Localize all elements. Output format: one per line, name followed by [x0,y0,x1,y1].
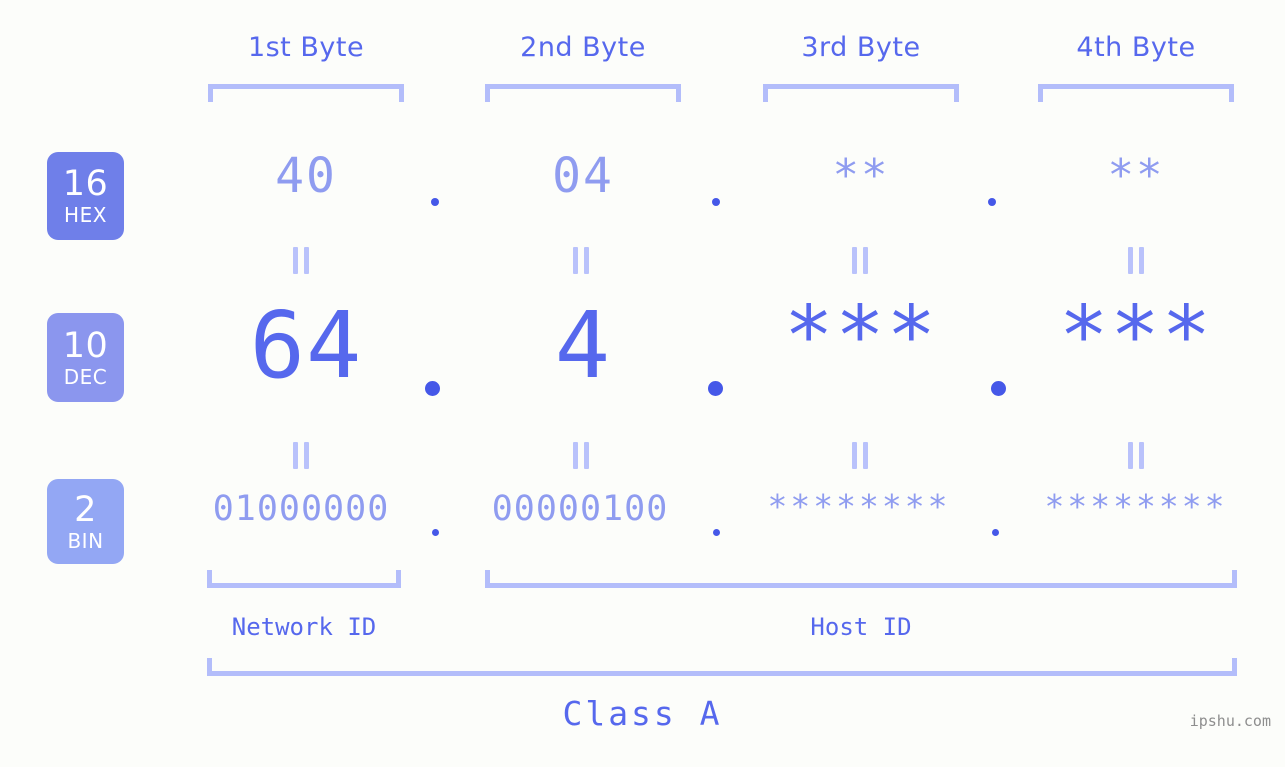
byte-header-1: 1st Byte [247,32,365,63]
dec-separator-dot-1 [425,381,440,396]
base-badge-hex: 16 HEX [47,152,124,240]
site-watermark: ipshu.com [1189,712,1271,730]
bin-separator-dot-1 [432,529,439,536]
byte-header-3: 3rd Byte [801,32,921,63]
network-id-label: Network ID [231,613,377,641]
byte-header-2: 2nd Byte [520,32,646,63]
dec-byte-3-value: *** [783,289,939,384]
dec-byte-1-value: 64 [249,292,363,399]
bin-byte-4-value: ******** [1044,487,1228,526]
bin-separator-dot-3 [992,529,999,536]
ip-byte-breakdown-diagram: 1st Byte 2nd Byte 3rd Byte 4th Byte 16 H… [0,0,1285,767]
bin-separator-dot-2 [713,529,720,536]
byte-bracket-top-4 [1038,84,1234,102]
bin-byte-3-value: ******** [767,487,951,526]
bin-byte-1-value: 01000000 [212,489,390,529]
dec-separator-dot-3 [991,381,1006,396]
class-bracket [207,658,1237,676]
base-badge-bin: 2 BIN [47,479,124,564]
base-badge-dec: 10 DEC [47,313,124,402]
equals-icon-hex-dec-3 [852,247,869,274]
hex-byte-1-value: 40 [275,148,337,204]
base-badge-dec-number: 10 [62,325,109,366]
equals-icon-hex-dec-1 [293,247,310,274]
network-id-bracket [207,570,401,588]
hex-separator-dot-2 [712,198,720,206]
byte-bracket-top-1 [208,84,404,102]
equals-icon-dec-bin-4 [1128,442,1145,469]
base-badge-dec-name: DEC [63,364,108,389]
base-badge-hex-number: 16 [62,164,109,204]
byte-bracket-top-3 [763,84,959,102]
hex-separator-dot-1 [431,198,439,206]
hex-separator-dot-3 [988,198,996,206]
dec-byte-2-value: 4 [554,292,612,399]
host-id-label: Host ID [810,613,912,641]
byte-bracket-top-2 [485,84,681,102]
dec-byte-4-value: *** [1058,289,1214,384]
equals-icon-dec-bin-3 [852,442,869,469]
host-id-bracket [485,570,1237,588]
equals-icon-dec-bin-1 [293,442,310,469]
base-badge-hex-name: HEX [64,203,107,227]
dec-separator-dot-2 [708,381,723,396]
hex-byte-2-value: 04 [552,148,614,204]
base-badge-bin-name: BIN [67,528,104,553]
byte-header-4: 4th Byte [1076,32,1196,63]
equals-icon-hex-dec-4 [1128,247,1145,274]
equals-icon-dec-bin-2 [573,442,590,469]
class-label: Class A [562,694,723,733]
equals-icon-hex-dec-2 [573,247,590,274]
hex-byte-4-value: ** [1107,150,1165,201]
hex-byte-3-value: ** [832,150,890,201]
base-badge-bin-number: 2 [74,489,97,530]
bin-byte-2-value: 00000100 [491,489,669,529]
